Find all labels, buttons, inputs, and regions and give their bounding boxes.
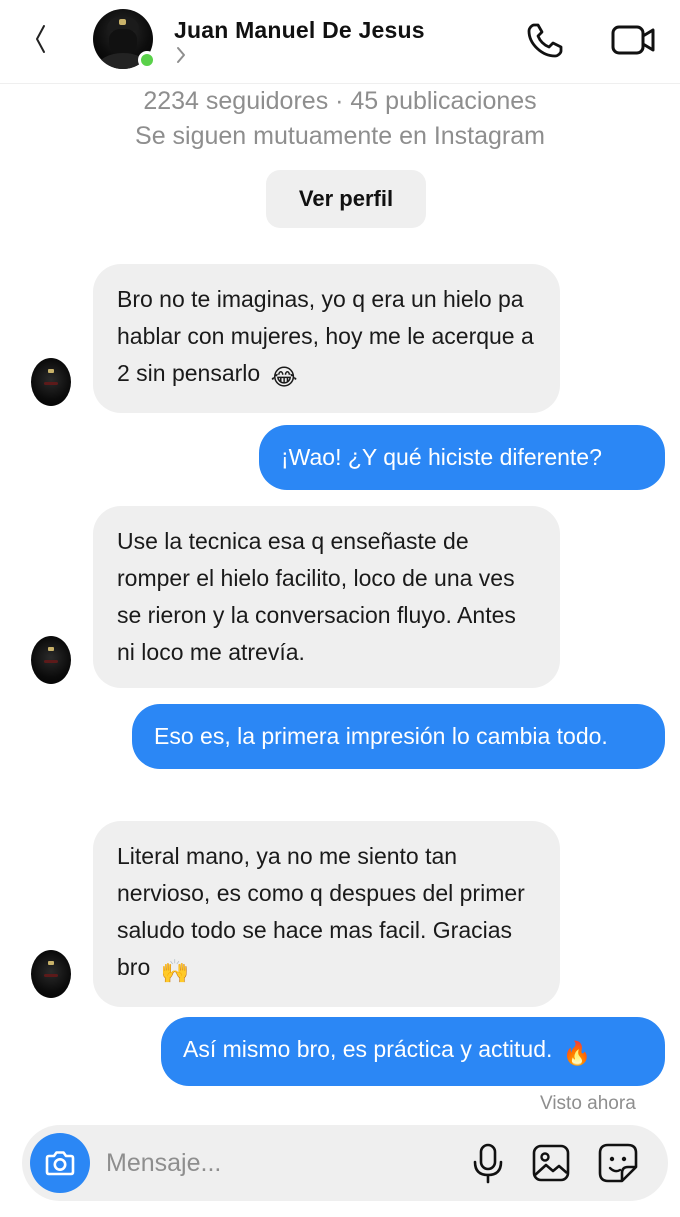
- view-profile-button[interactable]: Ver perfil: [266, 170, 426, 228]
- message-outgoing[interactable]: Eso es, la primera impresión lo cambia t…: [132, 704, 665, 769]
- sticker-icon[interactable]: [596, 1141, 640, 1185]
- message-incoming[interactable]: Bro no te imaginas, yo q era un hielo pa…: [93, 264, 560, 413]
- microphone-icon[interactable]: [468, 1141, 508, 1185]
- online-status-dot: [138, 51, 156, 69]
- message-composer: [22, 1125, 668, 1201]
- sender-avatar[interactable]: [31, 636, 71, 684]
- laughing-emoji-icon: 😂: [270, 364, 298, 390]
- sender-avatar[interactable]: [31, 950, 71, 998]
- fire-emoji-icon: 🔥: [562, 1040, 592, 1066]
- message-outgoing[interactable]: Así mismo bro, es práctica y actitud. 🔥: [161, 1017, 665, 1086]
- mutual-follow-text: Se siguen mutuamente en Instagram: [135, 122, 545, 150]
- profile-stats: 2234 seguidores · 45 publicaciones: [143, 87, 537, 115]
- phone-icon[interactable]: [524, 20, 568, 60]
- message-text: Use la tecnica esa q enseñaste de romper…: [117, 528, 516, 665]
- message-incoming[interactable]: Literal mano, ya no me siento tan nervio…: [93, 821, 560, 1007]
- video-camera-icon[interactable]: [609, 20, 657, 60]
- message-text: Así mismo bro, es práctica y actitud.: [183, 1036, 553, 1062]
- image-icon[interactable]: [530, 1141, 572, 1185]
- message-input[interactable]: [106, 1141, 446, 1185]
- message-text: Eso es, la primera impresión lo cambia t…: [154, 723, 608, 749]
- back-icon[interactable]: [30, 18, 54, 58]
- chat-header: Juan Manuel De Jesus: [0, 0, 680, 84]
- seen-status: Visto ahora: [540, 1093, 636, 1114]
- raising-hands-emoji-icon: 🙌: [160, 958, 190, 984]
- sender-avatar[interactable]: [31, 358, 71, 406]
- chevron-right-icon[interactable]: [174, 44, 188, 66]
- camera-icon[interactable]: [30, 1133, 90, 1193]
- message-outgoing[interactable]: ¡Wao! ¿Y qué hiciste diferente?: [259, 425, 665, 490]
- message-incoming[interactable]: Use la tecnica esa q enseñaste de romper…: [93, 506, 560, 688]
- message-text: Bro no te imaginas, yo q era un hielo pa…: [117, 286, 534, 386]
- contact-name[interactable]: Juan Manuel De Jesus: [174, 17, 425, 44]
- message-text: ¡Wao! ¿Y qué hiciste diferente?: [281, 444, 602, 470]
